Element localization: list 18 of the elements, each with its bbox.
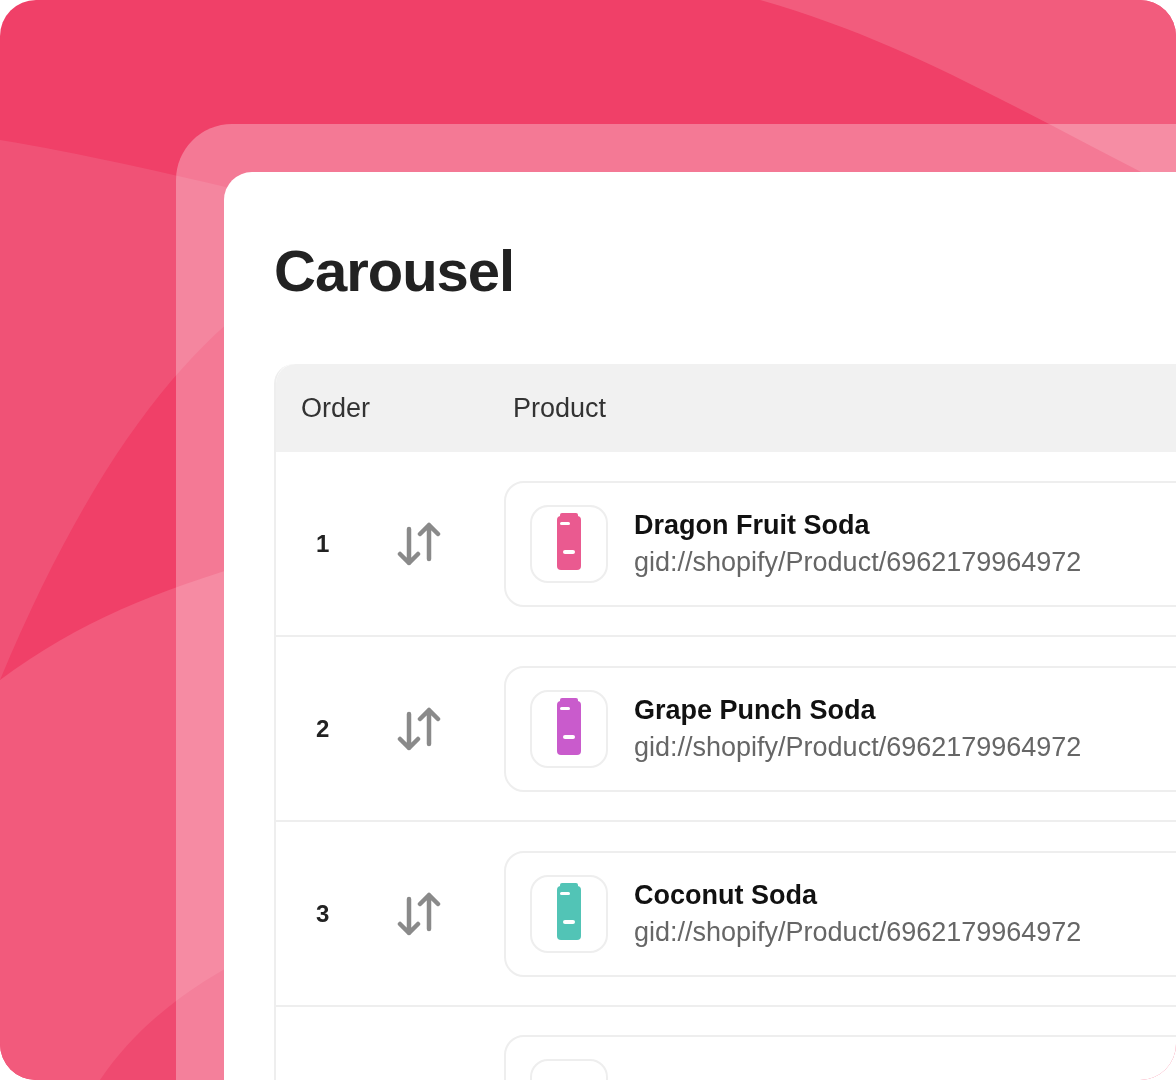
sort-icon[interactable]: [397, 890, 441, 937]
product-name: Grape Punch Soda: [634, 694, 877, 726]
product-id: gid://shopify/Product/6962179964972: [634, 916, 1082, 948]
product-id: gid://shopify/Product/6962179964972: [634, 731, 1082, 763]
page-title: Carousel: [274, 242, 516, 300]
product-id: gid://shopify/Product/6962179964972: [634, 546, 1082, 578]
column-header: Order: [300, 392, 372, 424]
order-number: 1: [315, 529, 331, 558]
sort-icon[interactable]: [397, 520, 441, 567]
order-number: 2: [315, 714, 331, 743]
product-card[interactable]: Grape Punch Soda gid://shopify/Product/6962179964972: [504, 665, 1176, 792]
order-number: 3: [315, 899, 331, 928]
sort-icon[interactable]: [397, 705, 441, 752]
product-name: Dragon Fruit Soda: [634, 509, 871, 541]
product-name: Coconut Soda: [634, 879, 819, 911]
column-header: Product: [513, 392, 607, 424]
product-card[interactable]: Coconut Soda gid://shopify/Product/6962179964972: [504, 850, 1176, 977]
product-card[interactable]: Dragon Fruit Soda gid://shopify/Product/6962179964972: [504, 480, 1176, 607]
